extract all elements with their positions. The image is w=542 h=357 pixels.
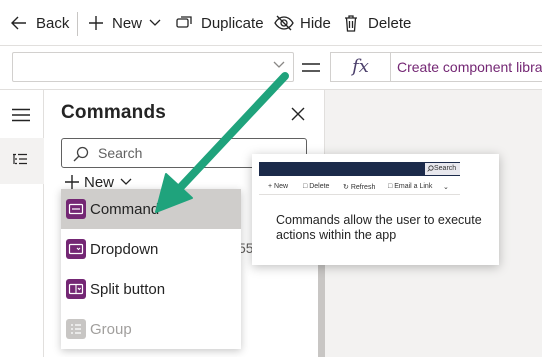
menu-item-group[interactable]: Group	[61, 309, 241, 349]
left-rail	[0, 90, 44, 357]
preview-command-label: New	[274, 183, 289, 190]
equals-icon	[302, 63, 320, 72]
duplicate-icon	[176, 16, 192, 28]
plus-icon	[89, 16, 103, 30]
menu-item-split-button[interactable]: Split button	[61, 269, 241, 309]
chevron-down-icon: ⌄	[443, 184, 449, 191]
search-icon	[73, 146, 89, 162]
dropdown-icon	[66, 239, 86, 259]
eye-off-icon	[274, 15, 294, 31]
new-command-label: New	[84, 173, 115, 191]
formula-input[interactable]: Create component library	[390, 52, 542, 82]
duplicate-label: Duplicate	[201, 14, 264, 32]
new-label: New	[112, 14, 143, 32]
trash-icon	[345, 14, 357, 32]
menu-item-label: Split button	[90, 280, 166, 298]
menu-item-label: Dropdown	[90, 240, 159, 258]
refresh-icon: ↻	[343, 184, 349, 191]
duplicate-button[interactable]: Duplicate	[176, 9, 264, 37]
chevron-down-icon	[120, 178, 132, 185]
group-icon	[66, 319, 86, 339]
preview-command: □ Email a Link	[388, 183, 432, 190]
new-command-menu: Command Dropdown Split button Group	[61, 189, 241, 349]
menu-item-dropdown[interactable]: Dropdown	[61, 229, 241, 269]
fx-button[interactable]: fx	[330, 52, 390, 82]
preview-command: + New	[268, 183, 288, 190]
plus-icon: +	[268, 183, 273, 190]
tree-view-icon	[13, 153, 27, 165]
back-label: Back	[36, 14, 70, 32]
command-toolbar	[0, 0, 542, 46]
close-icon[interactable]	[291, 107, 305, 121]
search-placeholder: Search	[98, 145, 143, 161]
hamburger-menu-icon[interactable]	[11, 108, 31, 122]
panel-title: Commands	[61, 102, 167, 123]
preview-divider	[259, 194, 460, 195]
preview-command: ↻ Refresh	[343, 183, 375, 191]
property-dropdown[interactable]	[12, 52, 294, 82]
plus-icon	[65, 175, 79, 189]
tooltip-description: Commands allow the user to execute actio…	[276, 213, 482, 242]
mail-icon: □	[388, 183, 393, 190]
menu-item-label: Group	[90, 320, 132, 338]
trash-icon: □	[303, 183, 308, 190]
command-icon	[66, 199, 86, 219]
delete-button[interactable]: Delete	[344, 9, 411, 37]
chevron-down-icon	[273, 61, 285, 68]
menu-item-label: Command	[90, 200, 160, 218]
search-icon	[427, 165, 434, 172]
preview-command-label: Refresh	[350, 184, 376, 191]
preview-command: □ Delete	[303, 183, 329, 190]
hide-label: Hide	[300, 14, 331, 32]
new-button[interactable]: New	[88, 9, 161, 37]
back-arrow-icon	[11, 16, 26, 30]
chevron-down-icon	[149, 19, 161, 26]
toolbar-divider	[77, 12, 78, 36]
menu-item-command[interactable]: Command	[61, 189, 241, 229]
delete-label: Delete	[368, 14, 412, 32]
hide-button[interactable]: Hide	[274, 9, 331, 37]
preview-command-label: Delete	[309, 183, 330, 190]
preview-command-label: Email a Link	[394, 183, 433, 190]
back-button[interactable]: Back	[10, 9, 69, 37]
split-button-icon	[66, 279, 86, 299]
